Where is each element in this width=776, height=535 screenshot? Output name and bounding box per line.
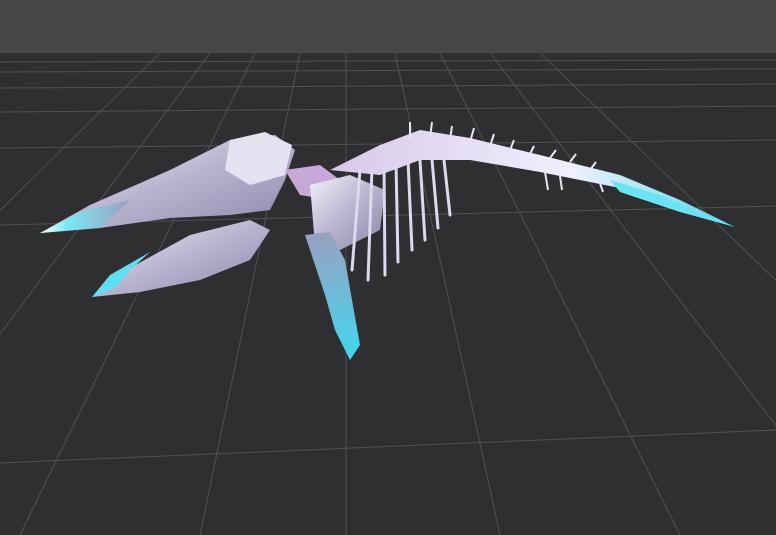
scene-canvas[interactable] — [0, 0, 776, 535]
whale-skeleton-model[interactable] — [40, 121, 735, 360]
tail-glow — [610, 180, 735, 227]
flipper — [305, 232, 360, 360]
lower-jaw — [92, 220, 270, 297]
scene-viewport[interactable] — [0, 0, 776, 535]
